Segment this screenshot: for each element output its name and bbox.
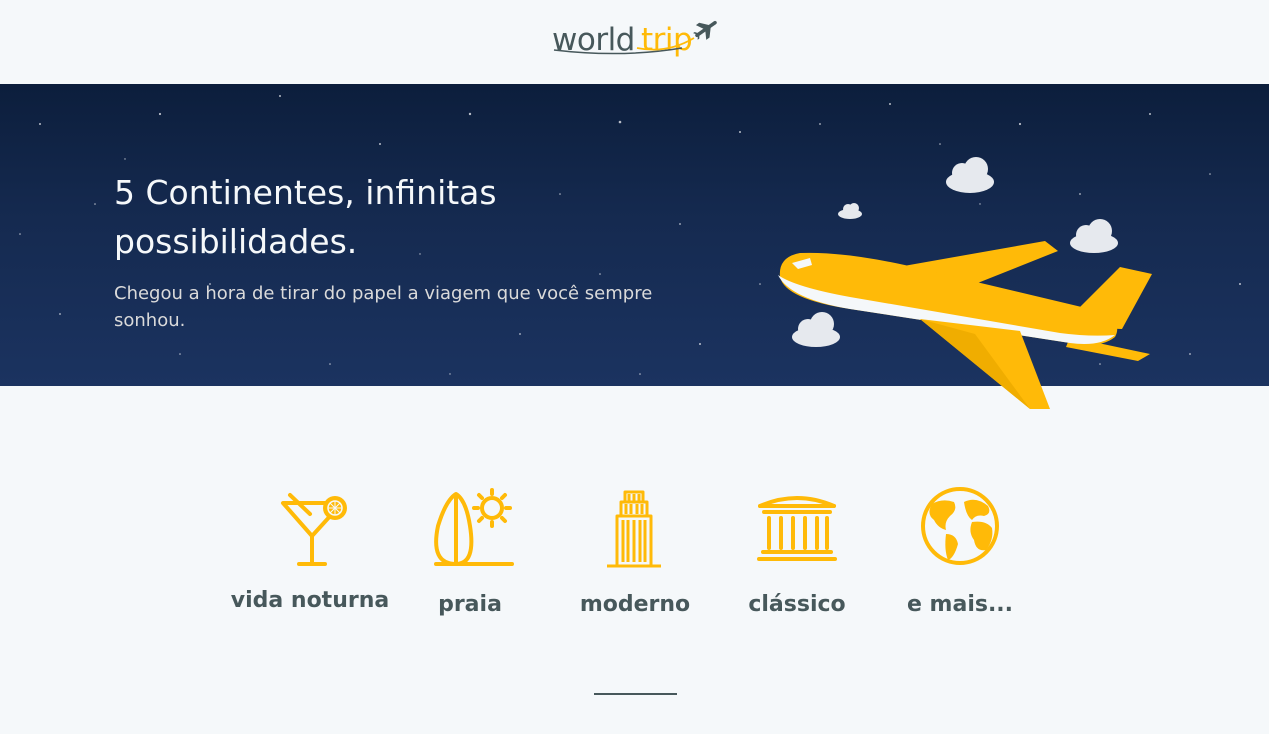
- section-divider: [594, 693, 677, 695]
- surfboard-sun-icon: [434, 488, 514, 566]
- travel-categories: vida noturna praia moderno clássico e ma…: [230, 480, 1030, 630]
- banner-subtitle: Chegou a hora de tirar do papel a viagem…: [114, 283, 653, 331]
- header: world trip: [0, 0, 1269, 84]
- category-label: clássico: [748, 592, 846, 617]
- category-label: vida noturna: [230, 588, 390, 613]
- museum-icon: [757, 496, 837, 561]
- category-label: e mais...: [906, 592, 1014, 617]
- cloud-icon: [946, 157, 994, 193]
- building-icon: [607, 490, 661, 568]
- airplane-icon: [553, 20, 717, 55]
- hero-banner: 5 Continentes, infinitas possibilidades.…: [0, 84, 1269, 409]
- cocktail-icon: [281, 493, 347, 566]
- category-praia[interactable]: praia: [390, 480, 550, 630]
- airplane-illustration: [778, 157, 1152, 409]
- logo[interactable]: world trip: [552, 14, 722, 64]
- cloud-icon: [1070, 219, 1118, 253]
- globe-icon: [921, 487, 999, 565]
- cloud-icon: [838, 203, 862, 219]
- category-vida-noturna[interactable]: vida noturna: [230, 480, 390, 630]
- page: world trip 5 Continentes, infinitas poss…: [0, 0, 1269, 734]
- category-classico[interactable]: clássico: [717, 480, 877, 630]
- category-label: moderno: [579, 592, 691, 617]
- category-e-mais[interactable]: e mais...: [880, 480, 1040, 630]
- banner-title: 5 Continentes, infinitas possibilidades.: [114, 173, 497, 261]
- category-moderno[interactable]: moderno: [555, 480, 715, 630]
- category-label: praia: [438, 592, 502, 617]
- cloud-icon: [792, 312, 840, 347]
